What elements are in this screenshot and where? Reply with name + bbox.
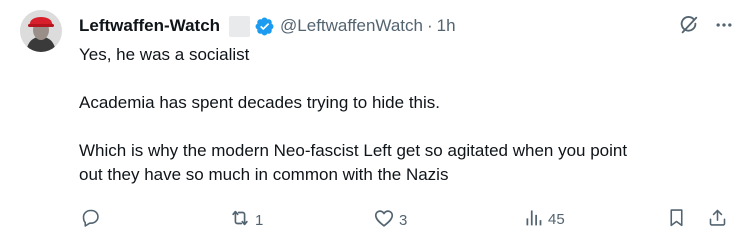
more-icon[interactable]: [714, 15, 734, 35]
views-count: 45: [548, 211, 565, 228]
reply-button[interactable]: [80, 207, 105, 232]
tweet-text: Yes, he was a socialist Academia has spe…: [79, 43, 729, 187]
like-count: 3: [399, 211, 408, 229]
display-name[interactable]: Leftwaffen-Watch: [79, 14, 220, 38]
views-button[interactable]: 45: [523, 207, 565, 232]
repost-count: 1: [255, 211, 264, 229]
views-icon: [523, 207, 544, 232]
like-icon: [373, 207, 395, 233]
reply-icon: [80, 207, 101, 232]
grok-icon[interactable]: [678, 14, 700, 36]
share-icon: [707, 207, 728, 232]
timestamp[interactable]: 1h: [437, 14, 456, 38]
bookmark-icon: [666, 207, 687, 232]
tweet-line: out they have so much in common with the…: [79, 165, 449, 184]
handle[interactable]: @LeftwaffenWatch: [280, 14, 423, 38]
tweet-line: Academia has spent decades trying to hid…: [79, 93, 440, 112]
repost-icon: [229, 207, 251, 233]
top-actions: [678, 14, 734, 36]
repost-button[interactable]: 1: [229, 207, 263, 233]
line-break: [79, 67, 729, 91]
tweet-line: Which is why the modern Neo-fascist Left…: [79, 141, 628, 160]
action-bar: 1 3 45: [0, 205, 748, 235]
tweet-line: Yes, he was a socialist: [79, 45, 250, 64]
avatar[interactable]: [20, 10, 62, 52]
verified-badge-icon[interactable]: [254, 16, 275, 37]
share-button[interactable]: [707, 207, 728, 232]
bookmark-button[interactable]: [666, 207, 687, 232]
line-break: [79, 115, 729, 139]
tweet-header: Leftwaffen-Watch @LeftwaffenWatch · 1h: [79, 14, 456, 38]
avatar-image: [20, 10, 62, 52]
separator-dot: ·: [426, 16, 433, 35]
like-button[interactable]: 3: [373, 207, 407, 233]
affiliate-badge: [229, 15, 251, 37]
